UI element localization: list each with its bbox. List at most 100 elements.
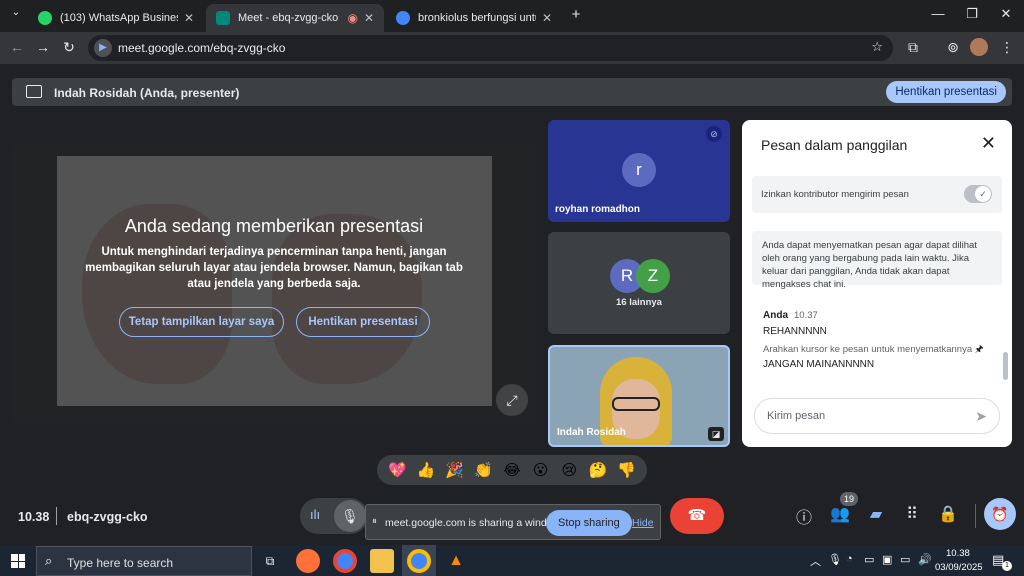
stop-sharing-button[interactable]: Stop sharing bbox=[546, 510, 632, 536]
leave-call-button[interactable]: ☎ bbox=[670, 498, 724, 534]
participant-tile-others[interactable]: R Z 16 lainnya bbox=[548, 232, 730, 334]
tab-meet[interactable]: Meet - ebq-zvgg-cko ◉ ✕ bbox=[206, 4, 384, 32]
stop-presenting-overlay-button[interactable]: Hentikan presentasi bbox=[296, 307, 430, 337]
tab-whatsapp[interactable]: (103) WhatsApp Business ✕ bbox=[28, 4, 204, 32]
close-tab-icon[interactable]: ✕ bbox=[364, 11, 374, 25]
whatsapp-icon bbox=[38, 11, 52, 25]
firefox-icon[interactable] bbox=[296, 549, 320, 573]
pin-icon[interactable]: 🖈 bbox=[975, 344, 984, 355]
expand-icon[interactable]: ⤢ bbox=[496, 384, 528, 416]
chrome-icon[interactable] bbox=[333, 549, 357, 573]
windows-taskbar: ⌕ Type here to search ⧉ ▲ ︿ 🎙 ◔ ▭ ▣ ▭ 🔊 … bbox=[0, 545, 1024, 576]
divider bbox=[56, 507, 57, 525]
taskbar-search-placeholder: Type here to search bbox=[67, 556, 174, 570]
site-info-icon[interactable]: ▶ bbox=[94, 39, 112, 57]
close-tab-icon[interactable]: ✕ bbox=[184, 11, 194, 25]
chat-input[interactable]: Kirim pesan ➤ bbox=[754, 398, 1000, 434]
back-icon[interactable]: ← bbox=[8, 39, 26, 55]
profile-avatar[interactable] bbox=[970, 38, 988, 56]
microphone-button[interactable]: 🎙 bbox=[334, 500, 366, 532]
forward-icon[interactable]: → bbox=[34, 39, 52, 55]
reaction-sad[interactable]: 😢 bbox=[558, 461, 580, 479]
toggle-label: Izinkan kontributor mengirim pesan bbox=[761, 189, 909, 200]
file-explorer-icon[interactable] bbox=[370, 549, 394, 573]
presenter-bar: Indah Rosidah (Anda, presenter) Hentikan… bbox=[12, 78, 1012, 106]
drag-handle-icon[interactable]: ⏸ bbox=[372, 516, 377, 527]
reaction-surprised[interactable]: 😮 bbox=[530, 461, 552, 479]
send-icon[interactable]: ➤ bbox=[975, 408, 987, 425]
tray-chevron-icon[interactable]: ︿ bbox=[810, 553, 821, 569]
task-view-icon[interactable]: ⧉ bbox=[258, 549, 282, 573]
chat-message[interactable]: JANGAN MAINANNNNN bbox=[763, 359, 874, 370]
reaction-heart[interactable]: 💖 bbox=[386, 461, 408, 479]
reaction-laugh[interactable]: 😂 bbox=[501, 461, 523, 479]
reaction-party[interactable]: 🎉 bbox=[444, 461, 466, 479]
chat-info-note: Anda dapat menyematkan pesan agar dapat … bbox=[752, 231, 1002, 290]
close-chat-icon[interactable]: ✕ bbox=[981, 133, 996, 154]
tab-google-search[interactable]: bronkiolus berfungsi untuk - Pe ✕ bbox=[386, 4, 562, 32]
reaction-clap[interactable]: 👏 bbox=[472, 461, 494, 479]
meeting-clock: 10.38 bbox=[18, 510, 50, 524]
message-time: 10.37 bbox=[794, 310, 818, 321]
tab-search-chevron-icon[interactable]: ⌄ bbox=[6, 7, 26, 18]
reaction-bar: 💖 👍 🎉 👏 😂 😮 😢 🤔 👎 bbox=[377, 455, 647, 485]
people-icon[interactable]: 👥 bbox=[828, 504, 852, 524]
keep-showing-screen-button[interactable]: Tetap tampilkan layar saya bbox=[119, 307, 284, 337]
reaction-thumbs-down[interactable]: 👎 bbox=[616, 461, 638, 479]
url-text[interactable]: meet.google.com/ebq-zvgg-cko bbox=[118, 41, 285, 55]
address-bar[interactable]: ▶ meet.google.com/ebq-zvgg-cko ☆ bbox=[88, 35, 893, 61]
new-tab-icon[interactable]: + bbox=[566, 6, 586, 23]
tray-wifi-icon[interactable]: ◔ bbox=[846, 553, 853, 565]
clock-time[interactable]: 10.38 bbox=[946, 548, 970, 559]
chrome-active-icon[interactable] bbox=[407, 549, 431, 573]
extensions-icon[interactable]: ⧉ bbox=[904, 39, 922, 56]
participant-tile-self[interactable]: Indah Rosidah ◪ bbox=[548, 345, 730, 447]
presentation-overlay: Anda sedang memberikan presentasi Untuk … bbox=[12, 144, 536, 423]
recording-icon: ◉ bbox=[347, 11, 358, 25]
stop-presenting-button[interactable]: Hentikan presentasi bbox=[886, 81, 1006, 103]
tray-battery-icon[interactable]: ▭ bbox=[900, 553, 910, 566]
chat-message[interactable]: REHANNNNN bbox=[763, 326, 827, 337]
tab-title: Meet - ebq-zvgg-cko bbox=[238, 12, 339, 24]
tray-device-icon[interactable]: ▭ bbox=[864, 553, 874, 566]
bookmark-star-icon[interactable]: ☆ bbox=[871, 39, 883, 55]
tab-title: (103) WhatsApp Business bbox=[60, 12, 178, 24]
close-tab-icon[interactable]: ✕ bbox=[542, 11, 552, 25]
participant-tile-royhan[interactable]: ⊘ r royhan romadhon bbox=[548, 120, 730, 222]
chat-scrollbar[interactable] bbox=[1003, 352, 1008, 380]
vlc-icon[interactable]: ▲ bbox=[444, 549, 468, 573]
windows-start-icon[interactable] bbox=[11, 554, 25, 568]
activities-grid-icon[interactable]: ⠿ bbox=[900, 504, 924, 524]
tray-volume-icon[interactable]: 🔊 bbox=[918, 553, 932, 566]
pin-hint: Arahkan kursor ke pesan untuk menyematka… bbox=[763, 344, 973, 355]
meet-area: Indah Rosidah (Anda, presenter) Hentikan… bbox=[0, 64, 1024, 545]
pip-icon[interactable]: ◪ bbox=[708, 427, 724, 441]
people-count-badge: 19 bbox=[840, 492, 858, 506]
others-count-label: 16 lainnya bbox=[616, 297, 662, 308]
presentation-tile: Anda sedang memberikan presentasi Untuk … bbox=[12, 144, 536, 423]
host-controls-icon[interactable]: 🔒 bbox=[936, 504, 960, 524]
window-close-icon[interactable]: ✕ bbox=[996, 6, 1016, 22]
timer-icon[interactable]: ⏰ bbox=[984, 498, 1016, 530]
minimize-icon[interactable]: — bbox=[928, 6, 948, 21]
meeting-code: ebq-zvgg-cko bbox=[67, 510, 148, 524]
chat-icon[interactable]: ▰ bbox=[864, 504, 888, 524]
reaction-thumbs-up[interactable]: 👍 bbox=[415, 461, 437, 479]
chrome-menu-icon[interactable]: ⋮ bbox=[998, 39, 1016, 56]
tab-title: bronkiolus berfungsi untuk - Pe bbox=[418, 12, 536, 24]
reaction-thinking[interactable]: 🤔 bbox=[587, 461, 609, 479]
tray-display-icon[interactable]: ▣ bbox=[882, 553, 892, 566]
meeting-info-icon[interactable]: ⓘ bbox=[792, 504, 816, 528]
present-screen-icon bbox=[26, 85, 42, 98]
hide-sharing-bar-link[interactable]: Hide bbox=[632, 517, 654, 529]
taskbar-search[interactable]: ⌕ Type here to search bbox=[36, 546, 252, 576]
clock-date[interactable]: 03/09/2025 bbox=[935, 562, 983, 573]
participant-name: royhan romadhon bbox=[555, 204, 641, 215]
media-control-icon[interactable]: ⊚ bbox=[944, 39, 962, 56]
participant-name: Indah Rosidah bbox=[557, 427, 626, 438]
allow-messages-toggle[interactable]: ✓ bbox=[964, 185, 992, 203]
restore-icon[interactable]: ❐ bbox=[962, 6, 982, 22]
chat-panel: Pesan dalam panggilan ✕ Izinkan kontribu… bbox=[742, 120, 1012, 447]
reload-icon[interactable]: ↻ bbox=[60, 39, 78, 56]
tray-mic-icon[interactable]: 🎙 bbox=[828, 553, 842, 566]
